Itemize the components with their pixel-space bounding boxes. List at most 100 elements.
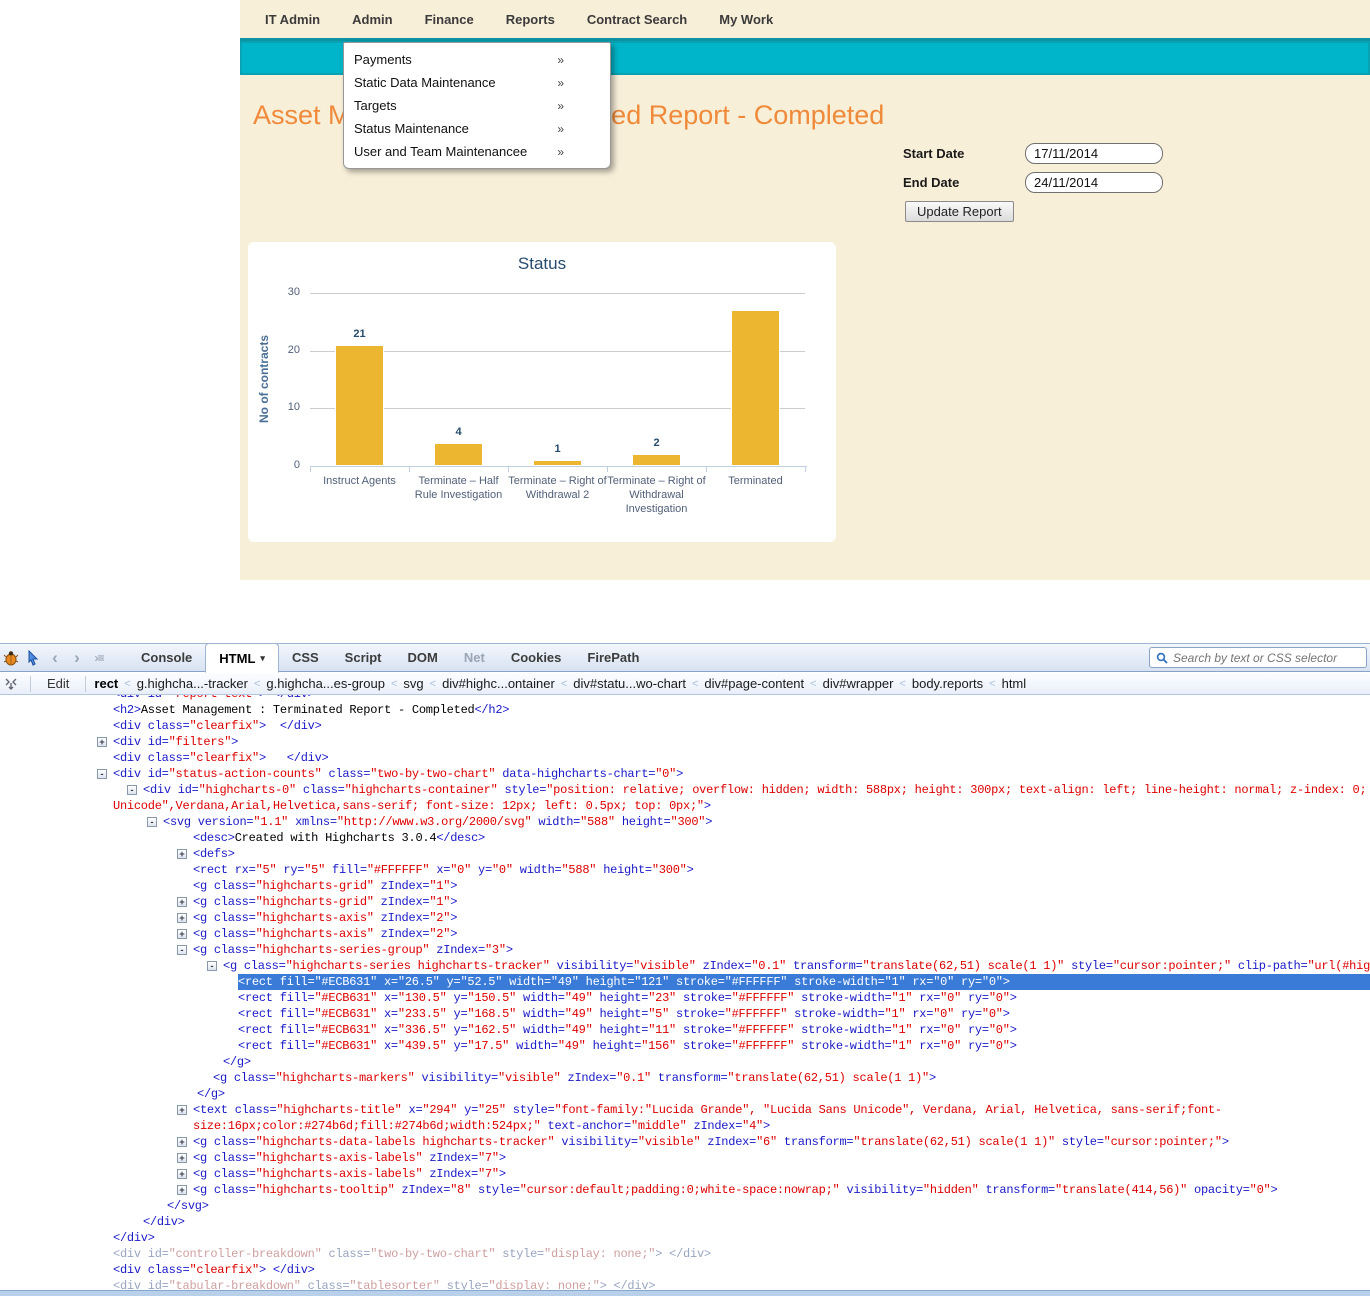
collapse-icon[interactable]: - [177,945,187,955]
code-line[interactable]: </div> [0,1230,1370,1246]
update-report-button[interactable]: Update Report [905,201,1014,222]
code-line[interactable]: + <g class="highcharts-axis" zIndex="2"> [0,926,1370,942]
breadcrumb-item-div-page-content[interactable]: div#page-content [704,676,804,691]
code-line[interactable]: <div class="clearfix"> </div> [0,750,1370,766]
nav-item-finance[interactable]: Finance [425,12,474,27]
code-line[interactable]: <g class="highcharts-markers" visibility… [0,1070,1370,1086]
tab-console[interactable]: Console [128,643,205,672]
code-line[interactable]: <div class="clearfix"> </div> [0,1262,1370,1278]
chart-bar-terminate-right-of-withdrawal-investigation[interactable] [632,454,681,466]
menu-item-status-maintenance[interactable]: Status Maintenance » [344,117,610,140]
code-line[interactable]: - <div id="highcharts-0" class="highchart… [0,782,1370,798]
expand-icon[interactable]: + [177,929,187,939]
start-date-input[interactable] [1025,143,1163,164]
code-line[interactable]: <rect fill="#ECB631" x="233.5" y="168.5"… [0,1006,1370,1022]
nav-item-reports[interactable]: Reports [506,12,555,27]
code-line[interactable]: </g> [0,1054,1370,1070]
code-line[interactable]: <desc>Created with Highcharts 3.0.4</des… [0,830,1370,846]
code-line[interactable]: + <g class="highcharts-axis" zIndex="2"> [0,910,1370,926]
expand-icon[interactable]: + [177,1169,187,1179]
tab-dropdown-caret-icon[interactable]: ▾ [260,653,265,664]
edit-button[interactable]: Edit [39,676,77,691]
forward-icon[interactable]: › [66,647,88,669]
tab-cookies[interactable]: Cookies [498,643,575,672]
breadcrumb-item-g-highcha-es-group[interactable]: g.highcha...es-group [266,676,385,691]
search-box[interactable] [1149,647,1367,668]
breadcrumb-item-body-reports[interactable]: body.reports [912,676,983,691]
search-input[interactable] [1173,650,1360,665]
code-line[interactable]: <h2>Asset Management : Terminated Report… [0,702,1370,718]
menu-item-payments[interactable]: Payments » [344,48,610,71]
menu-item-targets[interactable]: Targets » [344,94,610,117]
expand-icon[interactable]: + [177,897,187,907]
scroll-into-view-icon[interactable] [0,673,22,695]
nav-item-it-admin[interactable]: IT Admin [265,12,320,27]
breadcrumb-item-div-highc-ontainer[interactable]: div#highc...ontainer [442,676,555,691]
breadcrumb-item-div-wrapper[interactable]: div#wrapper [823,676,894,691]
code-line[interactable]: </div> [0,1214,1370,1230]
code-line[interactable]: <div id="controller-breakdown" class="tw… [0,1246,1370,1262]
menu-item-static-data-maintenance[interactable]: Static Data Maintenance » [344,71,610,94]
nav-item-admin[interactable]: Admin [352,12,392,27]
expand-icon[interactable]: + [177,1185,187,1195]
tab-net[interactable]: Net [451,643,498,672]
code-line[interactable]: + <text class="highcharts-title" x="294" … [0,1102,1370,1118]
code-line[interactable]: - <g class="highcharts-series-group" zInd… [0,942,1370,958]
code-line[interactable]: + <div id="filters"> [0,734,1370,750]
code-line[interactable]: + <g class="highcharts-grid" zIndex="1"> [0,894,1370,910]
code-line[interactable]: <rect fill="#ECB631" x="130.5" y="150.5"… [0,990,1370,1006]
code-line[interactable]: <rect fill="#ECB631" x="439.5" y="17.5" … [0,1038,1370,1054]
end-date-input[interactable] [1025,172,1163,193]
chart-bar-terminate-right-of-withdrawal-2[interactable] [533,460,582,466]
code-line[interactable]: </svg> [0,1198,1370,1214]
code-line[interactable]: <g class="highcharts-grid" zIndex="1"> [0,878,1370,894]
expand-icon[interactable]: + [97,737,107,747]
tab-css[interactable]: CSS [279,643,332,672]
code-line[interactable]: - <div id="status-action-counts" class="t… [0,766,1370,782]
code-line[interactable]: <div id="tabular-breakdown" class="table… [0,1278,1370,1290]
code-line[interactable]: Unicode",Verdana,Arial,Helvetica,sans-se… [0,798,1370,814]
code-line[interactable]: <div class="clearfix"> </div> [0,718,1370,734]
breadcrumb-item-div-statu-wo-chart[interactable]: div#statu...wo-chart [573,676,686,691]
menu-item-user-and-team-maintenancee[interactable]: User and Team Maintenancee » [344,140,610,163]
code-line[interactable]: size:16px;color:#274b6d;fill:#274b6d;wid… [0,1118,1370,1134]
persist-icon[interactable]: ›≡ [88,647,110,669]
code-line[interactable]: + <g class="highcharts-axis-labels" zInde… [0,1150,1370,1166]
collapse-icon[interactable]: - [97,769,107,779]
expand-icon[interactable]: + [177,849,187,859]
expand-icon[interactable]: + [177,913,187,923]
chart-bar-terminated[interactable] [731,310,780,466]
chart-bar-terminate-half-rule-investigation[interactable] [434,443,483,466]
collapse-icon[interactable]: - [127,785,137,795]
expand-icon[interactable]: + [177,1137,187,1147]
code-line[interactable]: <div id="report-text"> </div> [0,695,1370,702]
tab-firepath[interactable]: FirePath [574,643,652,672]
nav-item-my-work[interactable]: My Work [719,12,773,27]
code-line[interactable]: <rect fill="#ECB631" x="26.5" y="52.5" w… [0,974,1370,990]
code-line[interactable]: <rect rx="5" ry="5" fill="#FFFFFF" x="0"… [0,862,1370,878]
expand-icon[interactable]: + [177,1105,187,1115]
code-line[interactable]: </g> [0,1086,1370,1102]
breadcrumb-item-html[interactable]: html [1002,676,1027,691]
code-line[interactable]: + <g class="highcharts-axis-labels" zInde… [0,1166,1370,1182]
chart-bar-instruct-agents[interactable] [335,345,384,466]
code-line[interactable]: <rect fill="#ECB631" x="336.5" y="162.5"… [0,1022,1370,1038]
tab-script[interactable]: Script [332,643,395,672]
nav-item-contract-search[interactable]: Contract Search [587,12,687,27]
code-line[interactable]: + <g class="highcharts-data-labels highch… [0,1134,1370,1150]
inspect-icon[interactable] [22,647,44,669]
tab-html[interactable]: HTML ▾ [205,643,279,673]
firebug-icon[interactable] [0,647,22,669]
back-icon[interactable]: ‹ [44,647,66,669]
expand-icon[interactable]: + [177,1153,187,1163]
collapse-icon[interactable]: - [207,961,217,971]
code-line[interactable]: - <svg version="1.1" xmlns="http://www.w3… [0,814,1370,830]
code-line[interactable]: + <defs> [0,846,1370,862]
code-line[interactable]: - <g class="highcharts-series highcharts-… [0,958,1370,974]
code-line[interactable]: + <g class="highcharts-tooltip" zIndex="8… [0,1182,1370,1198]
breadcrumb-item-g-highcha-tracker[interactable]: g.highcha...-tracker [137,676,248,691]
breadcrumb-item-rect[interactable]: rect [94,676,118,691]
breadcrumb-item-svg[interactable]: svg [403,676,423,691]
tab-dom[interactable]: DOM [395,643,451,672]
collapse-icon[interactable]: - [147,817,157,827]
